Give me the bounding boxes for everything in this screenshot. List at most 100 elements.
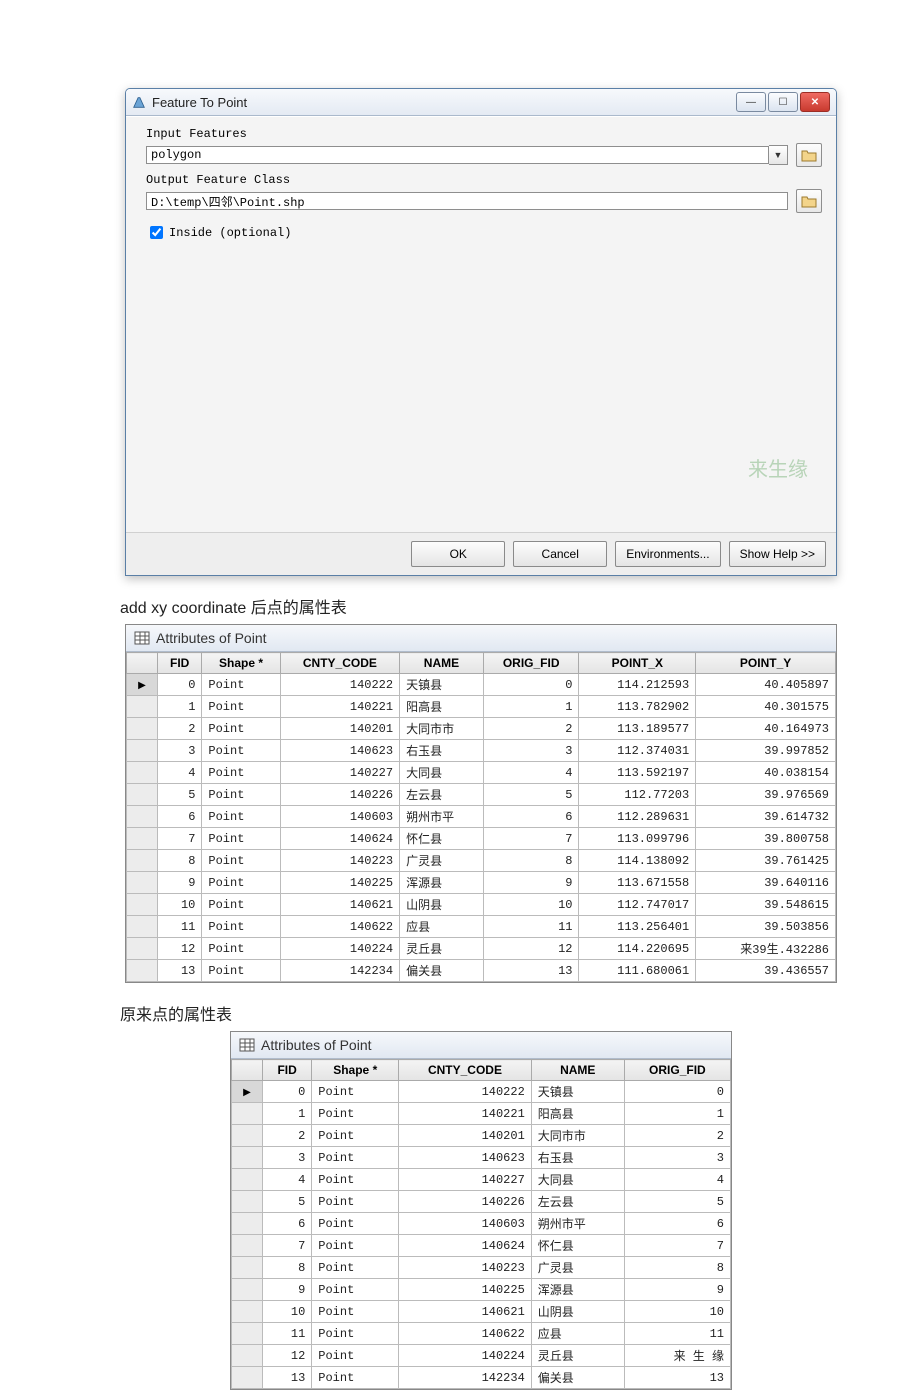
cell[interactable]: 应县 bbox=[531, 1323, 624, 1345]
close-button[interactable]: ✕ bbox=[800, 92, 830, 112]
cell[interactable]: 6 bbox=[483, 806, 579, 828]
cell[interactable]: 4 bbox=[158, 762, 202, 784]
cell[interactable]: 5 bbox=[624, 1191, 730, 1213]
table-row[interactable]: 3Point140623右玉县3 bbox=[232, 1147, 731, 1169]
cell[interactable]: 0 bbox=[263, 1081, 312, 1103]
column-header[interactable]: CNTY_CODE bbox=[399, 1060, 532, 1081]
column-header[interactable]: Shape * bbox=[202, 653, 280, 674]
row-selector[interactable] bbox=[127, 806, 158, 828]
table-row[interactable]: 13Point142234偏关县13111.68006139.436557 bbox=[127, 960, 836, 982]
row-selector[interactable] bbox=[127, 828, 158, 850]
cell[interactable]: 13 bbox=[158, 960, 202, 982]
row-selector[interactable] bbox=[232, 1257, 263, 1279]
table-row[interactable]: 10Point140621山阴县10 bbox=[232, 1301, 731, 1323]
cell[interactable]: 39.614732 bbox=[696, 806, 836, 828]
cell[interactable]: 12 bbox=[483, 938, 579, 960]
cell[interactable]: Point bbox=[312, 1323, 399, 1345]
cell[interactable]: 8 bbox=[483, 850, 579, 872]
cell[interactable]: 6 bbox=[158, 806, 202, 828]
show-help-button[interactable]: Show Help >> bbox=[729, 541, 826, 567]
cell[interactable]: 1 bbox=[483, 696, 579, 718]
cell[interactable]: 13 bbox=[624, 1367, 730, 1389]
row-selector[interactable]: ▶ bbox=[232, 1081, 263, 1103]
cell[interactable]: 应县 bbox=[400, 916, 484, 938]
cell[interactable]: Point bbox=[312, 1103, 399, 1125]
cell[interactable]: 山阴县 bbox=[400, 894, 484, 916]
cell[interactable]: 140621 bbox=[399, 1301, 532, 1323]
cell[interactable]: 39.976569 bbox=[696, 784, 836, 806]
column-header[interactable]: Shape * bbox=[312, 1060, 399, 1081]
cell[interactable]: Point bbox=[312, 1169, 399, 1191]
cell[interactable]: 114.212593 bbox=[579, 674, 696, 696]
cell[interactable]: 9 bbox=[263, 1279, 312, 1301]
cell[interactable]: 140624 bbox=[280, 828, 399, 850]
cell[interactable]: 6 bbox=[263, 1213, 312, 1235]
cell[interactable]: 140222 bbox=[280, 674, 399, 696]
cell[interactable]: 10 bbox=[624, 1301, 730, 1323]
cell[interactable]: 112.289631 bbox=[579, 806, 696, 828]
cell[interactable]: 11 bbox=[158, 916, 202, 938]
cell[interactable]: 140621 bbox=[280, 894, 399, 916]
row-selector[interactable] bbox=[127, 916, 158, 938]
row-selector[interactable] bbox=[127, 718, 158, 740]
table-row[interactable]: 5Point140226左云县5 bbox=[232, 1191, 731, 1213]
cell[interactable]: 113.782902 bbox=[579, 696, 696, 718]
cell[interactable]: Point bbox=[312, 1191, 399, 1213]
table-row[interactable]: 4Point140227大同县4113.59219740.038154 bbox=[127, 762, 836, 784]
environments-button[interactable]: Environments... bbox=[615, 541, 720, 567]
cell[interactable]: 大同县 bbox=[531, 1169, 624, 1191]
cell[interactable]: 39.503856 bbox=[696, 916, 836, 938]
table-row[interactable]: 9Point140225浑源县9113.67155839.640116 bbox=[127, 872, 836, 894]
cell[interactable]: Point bbox=[202, 762, 280, 784]
cell[interactable]: 113.189577 bbox=[579, 718, 696, 740]
cell[interactable]: 8 bbox=[624, 1257, 730, 1279]
cell[interactable]: 11 bbox=[263, 1323, 312, 1345]
cell[interactable]: 天镇县 bbox=[531, 1081, 624, 1103]
cell[interactable]: 左云县 bbox=[400, 784, 484, 806]
cell[interactable]: 5 bbox=[158, 784, 202, 806]
cell[interactable]: Point bbox=[202, 872, 280, 894]
attributes-titlebar-2[interactable]: Attributes of Point bbox=[231, 1032, 731, 1059]
browse-input-button[interactable] bbox=[796, 143, 822, 167]
cell[interactable]: 140223 bbox=[280, 850, 399, 872]
table-row[interactable]: 6Point140603朔州市平6112.28963139.614732 bbox=[127, 806, 836, 828]
row-selector[interactable] bbox=[232, 1301, 263, 1323]
cell[interactable]: 0 bbox=[483, 674, 579, 696]
cell[interactable]: 偏关县 bbox=[400, 960, 484, 982]
cell[interactable]: 5 bbox=[263, 1191, 312, 1213]
cell[interactable]: 40.038154 bbox=[696, 762, 836, 784]
cell[interactable]: 39.761425 bbox=[696, 850, 836, 872]
titlebar[interactable]: Feature To Point — ☐ ✕ bbox=[126, 89, 836, 116]
cell[interactable]: Point bbox=[312, 1345, 399, 1367]
cell[interactable]: 140223 bbox=[399, 1257, 532, 1279]
row-selector[interactable] bbox=[127, 894, 158, 916]
table-row[interactable]: 10Point140621山阴县10112.74701739.548615 bbox=[127, 894, 836, 916]
row-selector[interactable] bbox=[232, 1125, 263, 1147]
cell[interactable]: 140221 bbox=[280, 696, 399, 718]
cell[interactable]: 140622 bbox=[280, 916, 399, 938]
cell[interactable]: 39.436557 bbox=[696, 960, 836, 982]
cell[interactable]: Point bbox=[312, 1081, 399, 1103]
cell[interactable]: Point bbox=[202, 784, 280, 806]
cell[interactable]: 142234 bbox=[280, 960, 399, 982]
cell[interactable]: 10 bbox=[483, 894, 579, 916]
cell[interactable]: 10 bbox=[158, 894, 202, 916]
cell[interactable]: 大同市市 bbox=[531, 1125, 624, 1147]
browse-output-button[interactable] bbox=[796, 189, 822, 213]
column-header[interactable]: POINT_X bbox=[579, 653, 696, 674]
cell[interactable]: 右玉县 bbox=[400, 740, 484, 762]
cell[interactable]: 1 bbox=[263, 1103, 312, 1125]
cell[interactable]: 4 bbox=[624, 1169, 730, 1191]
cell[interactable]: 7 bbox=[158, 828, 202, 850]
inside-checkbox[interactable] bbox=[150, 226, 163, 239]
cell[interactable]: 4 bbox=[483, 762, 579, 784]
cell[interactable]: 140225 bbox=[280, 872, 399, 894]
cell[interactable]: Point bbox=[202, 828, 280, 850]
row-selector[interactable] bbox=[232, 1169, 263, 1191]
cell[interactable]: 2 bbox=[624, 1125, 730, 1147]
cell[interactable]: 2 bbox=[483, 718, 579, 740]
row-selector[interactable] bbox=[127, 696, 158, 718]
table-row[interactable]: 9Point140225浑源县9 bbox=[232, 1279, 731, 1301]
table-row[interactable]: 7Point140624怀仁县7 bbox=[232, 1235, 731, 1257]
cell[interactable]: 140603 bbox=[280, 806, 399, 828]
